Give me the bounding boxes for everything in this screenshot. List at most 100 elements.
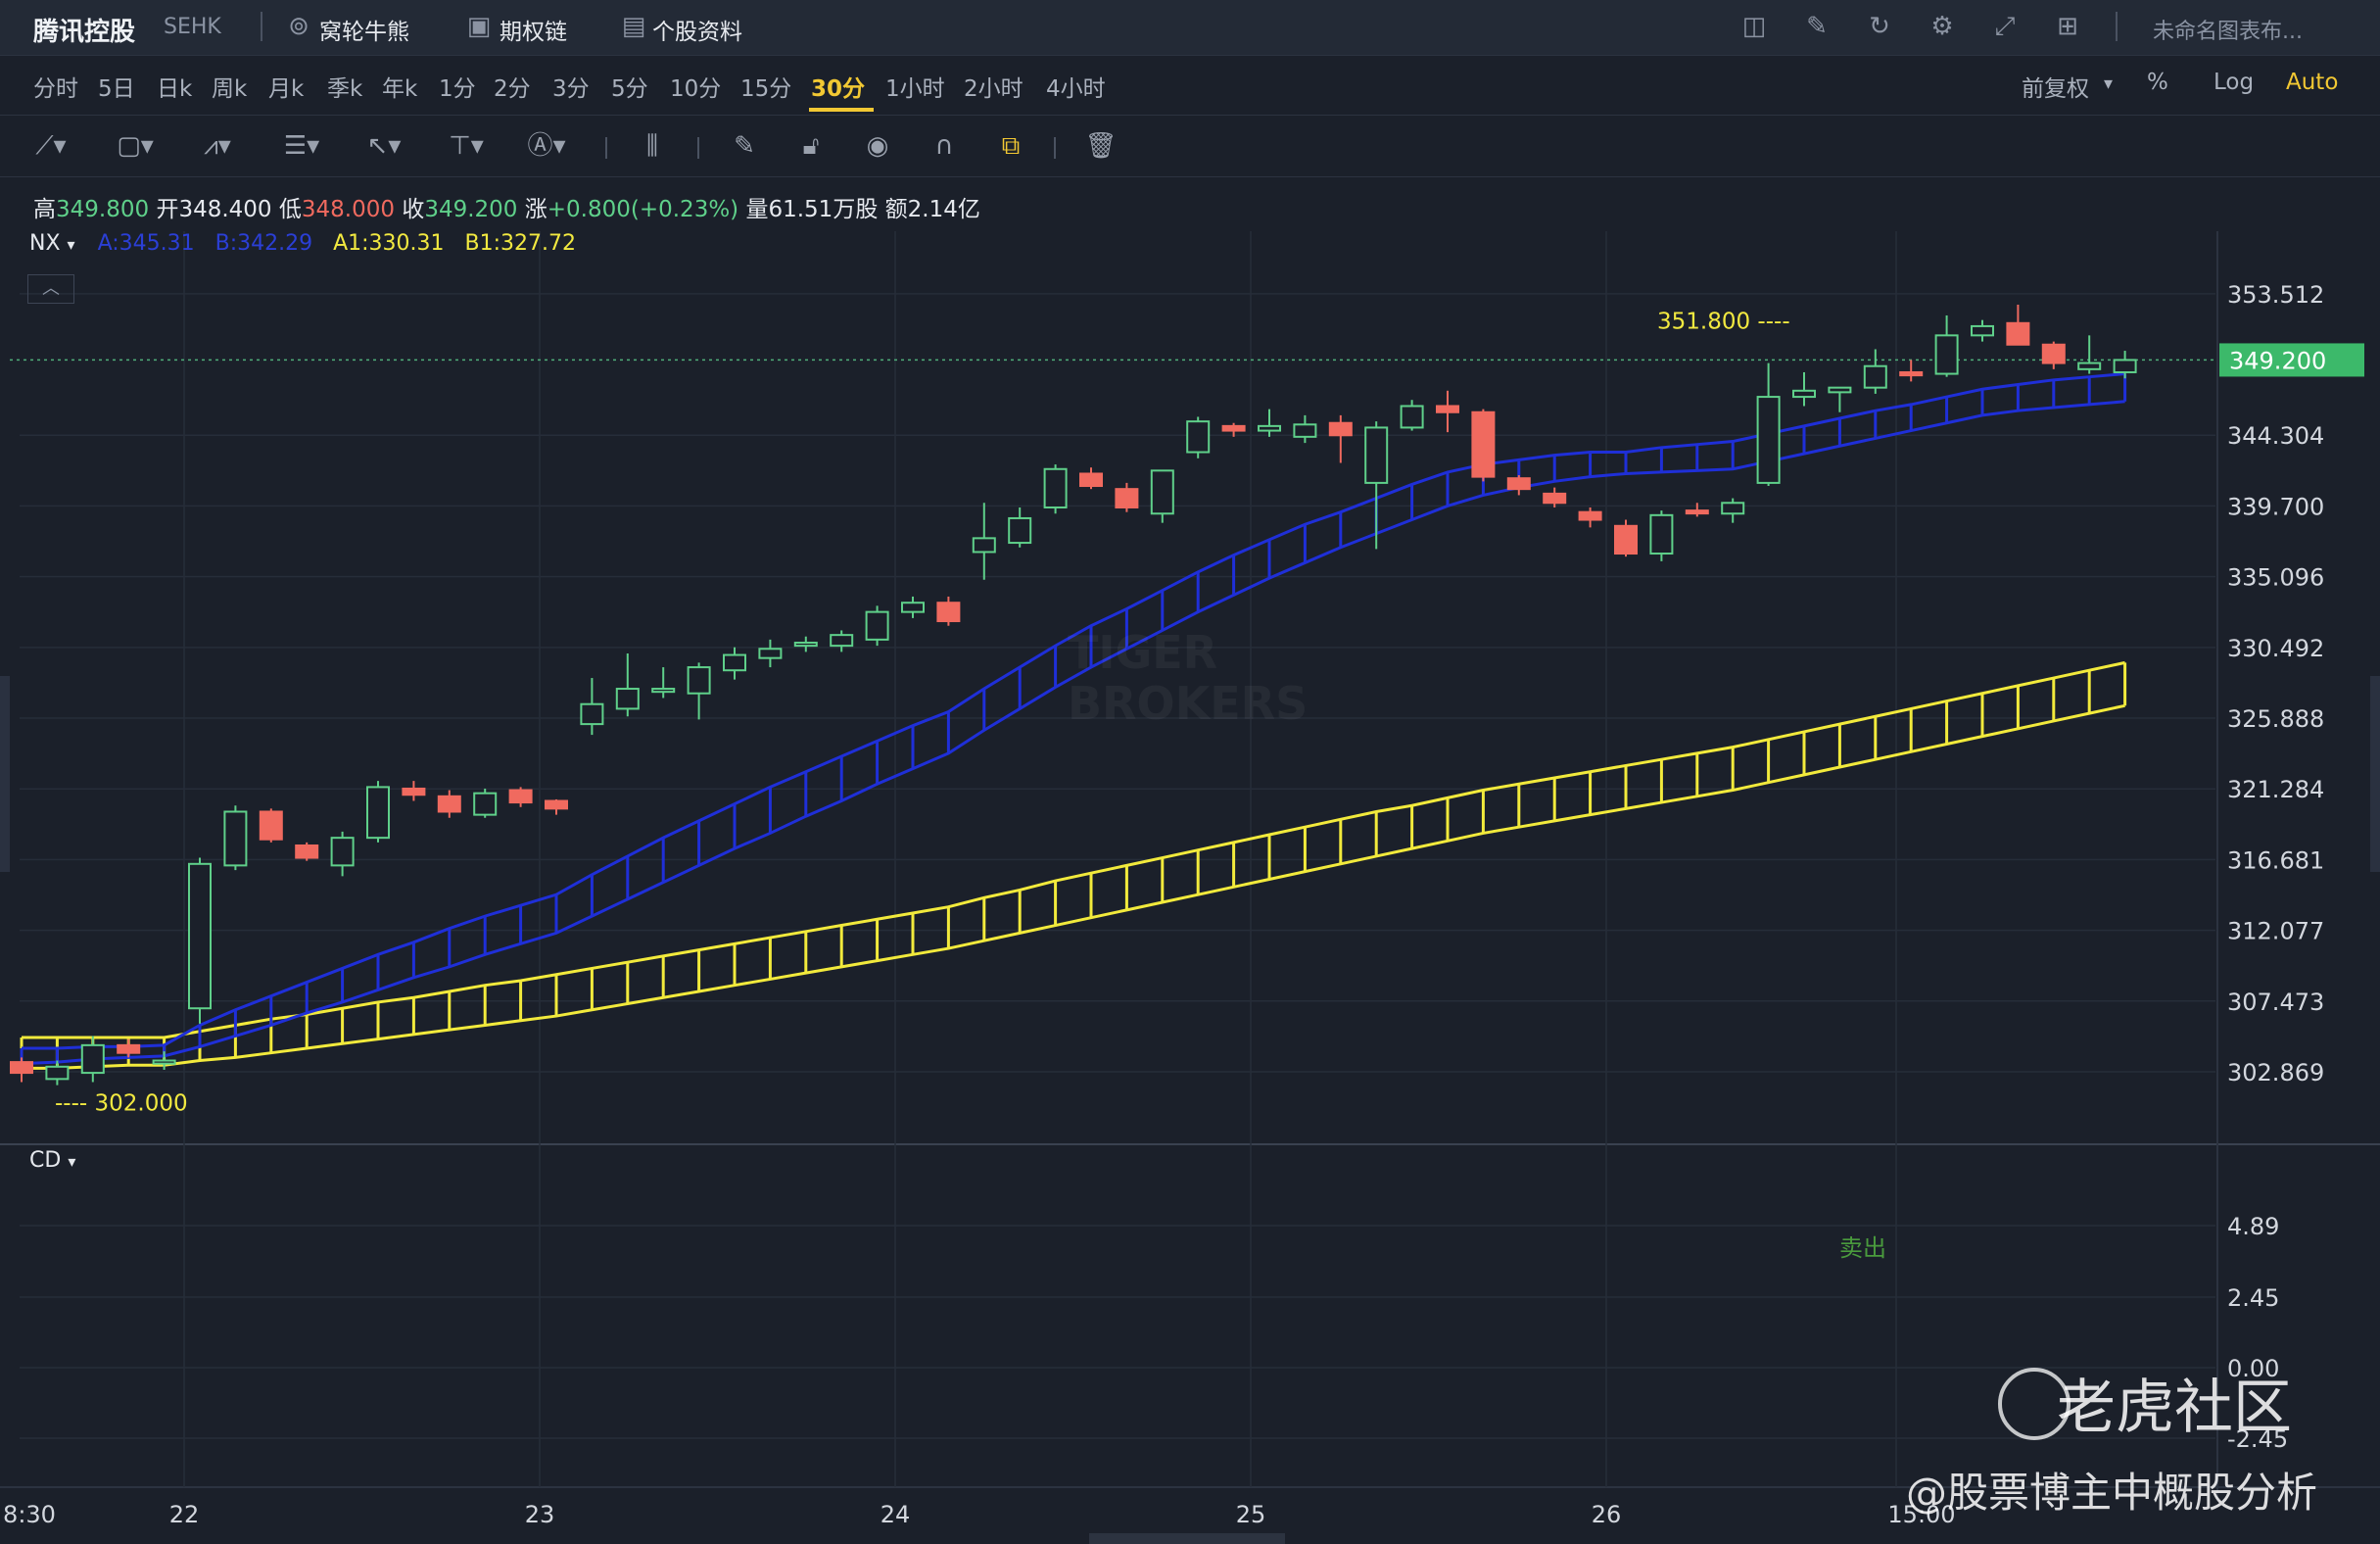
y-tick-label: 316.681: [2227, 846, 2324, 874]
candle-body: [723, 653, 746, 672]
candle: [117, 1038, 141, 1058]
indicator-legend: NX ▾ A:345.31 B:342.29 A1:330.31 B1:327.…: [29, 231, 576, 256]
sub-y-tick-label: 2.45: [2227, 1284, 2279, 1312]
candle-body: [2041, 343, 2066, 364]
candle: [1756, 362, 1781, 487]
candle: [366, 781, 390, 843]
candle-body: [1364, 426, 1389, 484]
y-tick-label: 325.888: [2227, 705, 2324, 733]
candle-body: [188, 862, 212, 1010]
candle-body: [1471, 410, 1496, 478]
candle: [45, 1060, 70, 1086]
candle-body: [1258, 424, 1281, 432]
candle: [295, 842, 319, 861]
candle-body: [1079, 472, 1103, 488]
candle: [2006, 304, 2030, 346]
sub-indicator-name[interactable]: CD ▾: [29, 1148, 75, 1173]
candle: [259, 808, 283, 843]
candle-body: [687, 666, 711, 695]
candle-body: [651, 688, 676, 694]
close-value: 349.200: [424, 197, 518, 222]
candle: [1863, 349, 1887, 394]
indicator-name[interactable]: NX: [29, 231, 61, 256]
candle: [830, 630, 854, 652]
candle-body: [259, 810, 283, 841]
candle-body: [936, 602, 961, 623]
time-scrollbar[interactable]: [1089, 1533, 1285, 1544]
candle: [615, 652, 640, 717]
change-value: +0.800(+0.23%): [547, 197, 739, 222]
high-annotation: 351.800 ----: [1657, 310, 1790, 335]
high-value: 349.800: [56, 197, 150, 222]
candle-body: [473, 792, 498, 816]
volume-label: 量: [745, 197, 769, 222]
amount-label: 额: [884, 197, 908, 222]
candle-body: [901, 602, 925, 613]
candle: [1258, 409, 1281, 437]
candle-body: [1971, 324, 1994, 337]
candle-body: [10, 1061, 33, 1075]
candle-body: [152, 1059, 176, 1065]
candle: [1828, 386, 1852, 412]
low-label: 低: [278, 197, 302, 222]
candle: [1328, 414, 1353, 463]
axes: 353.512 344.304 339.700 335.096 330.492 325.8…: [3, 281, 2364, 1528]
candle-body: [366, 786, 390, 840]
candle-body: [2113, 359, 2137, 373]
candle: [1506, 475, 1531, 496]
chevron-down-icon[interactable]: ▾: [68, 235, 75, 254]
candle-body: [2006, 321, 2030, 346]
y-tick-label: 307.473: [2227, 989, 2324, 1016]
candle: [1721, 498, 1745, 523]
collapse-legend-button[interactable]: ︿: [27, 274, 74, 304]
candle-body: [80, 1043, 105, 1075]
candle-body: [1756, 396, 1781, 484]
candle: [1436, 390, 1459, 433]
volume-value: 61.51万股: [768, 197, 879, 222]
y-tick-label: 312.077: [2227, 918, 2324, 945]
indicator-b: B:342.29: [214, 231, 313, 256]
chevron-down-icon: ▾: [68, 1152, 76, 1171]
candle: [402, 781, 426, 801]
candle-body: [45, 1065, 70, 1081]
candle-body: [295, 844, 319, 859]
x-tick-label: 8:30: [3, 1501, 56, 1528]
candle: [1614, 519, 1638, 557]
candle-body: [1221, 424, 1246, 432]
x-tick-label: 25: [1236, 1501, 1266, 1528]
low-value: 348.000: [301, 197, 395, 222]
candle-body: [793, 641, 818, 648]
candle: [1150, 469, 1174, 523]
candle-body: [1328, 421, 1353, 437]
candle-body: [1543, 492, 1567, 505]
candle: [10, 1057, 33, 1083]
candle-body: [1934, 334, 1959, 375]
left-panel-handle[interactable]: [0, 676, 10, 872]
candle-body: [758, 648, 783, 659]
candle: [580, 678, 604, 736]
candle: [651, 667, 676, 699]
candle: [865, 605, 889, 647]
close-label: 收: [402, 197, 425, 222]
candle: [972, 503, 996, 580]
candle-body: [1400, 405, 1424, 429]
candle: [793, 636, 818, 652]
candle-body: [508, 789, 533, 804]
candle-body: [223, 810, 248, 867]
quote-line: 高349.800 开348.400 低348.000 收349.200 涨+0.…: [33, 190, 980, 223]
candle-body: [1614, 524, 1638, 555]
candle-body: [1899, 370, 1924, 377]
candle: [1293, 414, 1317, 444]
x-tick-label: 22: [169, 1501, 200, 1528]
high-label: 高: [33, 197, 56, 222]
candle-body: [437, 795, 461, 813]
x-tick-label: 23: [525, 1501, 555, 1528]
candle-body: [1150, 469, 1174, 515]
candle: [545, 798, 568, 815]
candle-body: [545, 799, 568, 810]
indicator-a1: A1:330.31: [333, 231, 445, 256]
right-panel-handle[interactable]: [2370, 676, 2380, 872]
candle-body: [1436, 405, 1459, 413]
candle-body: [117, 1043, 141, 1054]
indicator-b1: B1:327.72: [464, 231, 576, 256]
